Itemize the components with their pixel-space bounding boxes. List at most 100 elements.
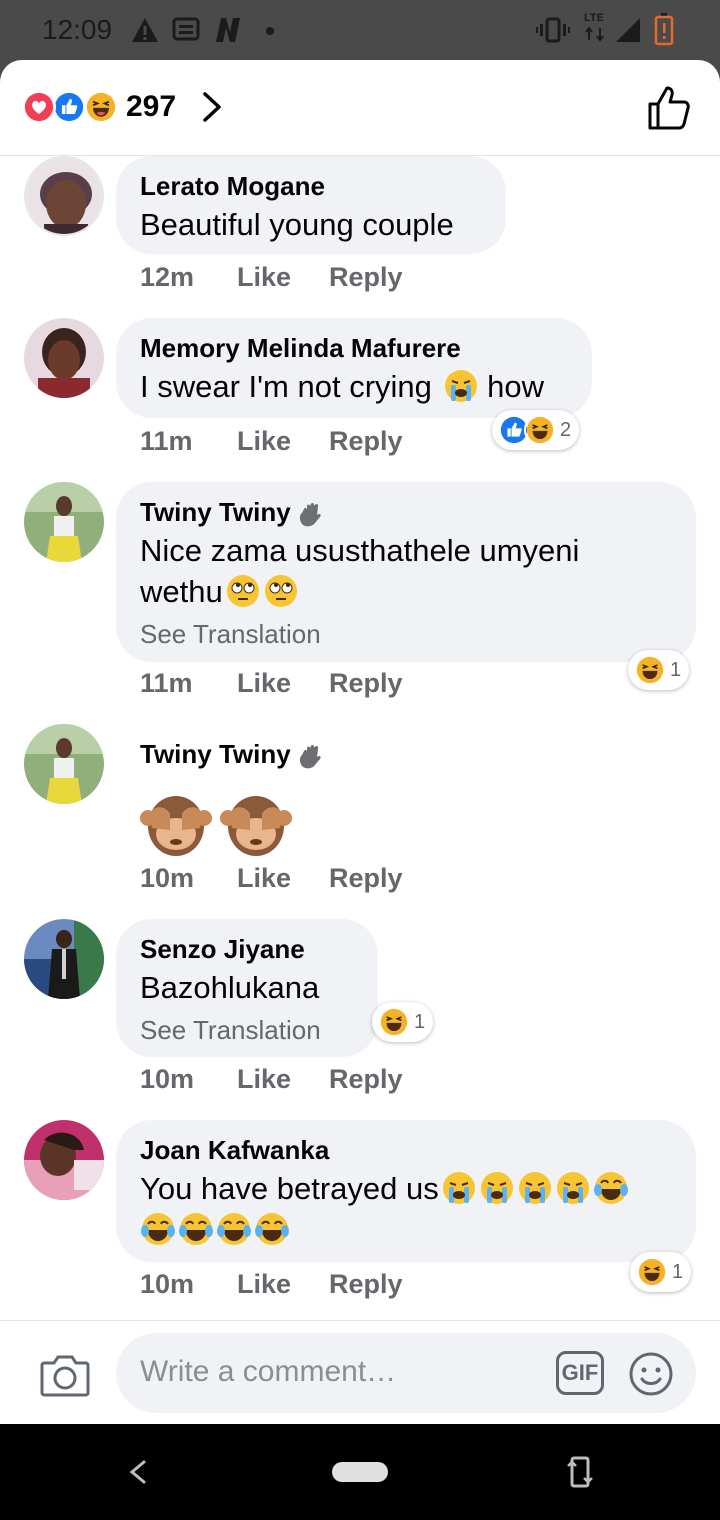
comment-text-line2: wethu — [140, 574, 223, 609]
comment-time: 11m — [140, 426, 193, 456]
avatar[interactable] — [24, 156, 104, 236]
reaction-count: 2 — [560, 418, 572, 441]
home-pill[interactable] — [332, 1462, 388, 1482]
emoji-row — [140, 1209, 672, 1250]
comment-time: 10m — [140, 1064, 195, 1094]
crying-face-emoji-icon — [556, 1172, 589, 1204]
comment-author-name: Twiny Twiny — [140, 739, 291, 769]
comment-author[interactable]: Joan Kafwanka — [140, 1132, 672, 1168]
like-button[interactable]: Like — [237, 426, 291, 457]
waving-hand-icon — [299, 503, 321, 527]
comment-author-name: Twiny Twiny — [140, 497, 291, 527]
comment-time: 10m — [140, 863, 195, 893]
comment-text-start: I swear I'm not crying — [140, 369, 432, 404]
comment-bubble[interactable]: Twiny Twiny Nice zama ususthathele umyen… — [116, 482, 696, 662]
comment-author[interactable]: Memory Melinda Mafurere — [140, 330, 568, 366]
comment-text-end: how — [487, 369, 545, 404]
status-bar: 12:09 LTE — [0, 0, 720, 60]
haha-reaction-icon — [636, 1256, 668, 1288]
emoji-picker-icon[interactable] — [628, 1351, 674, 1397]
gif-button[interactable]: GIF — [556, 1351, 604, 1395]
haha-reaction-icon — [378, 1006, 410, 1038]
tears-of-joy-emoji-icon — [217, 1213, 251, 1245]
avatar[interactable] — [24, 318, 104, 398]
comment-text-line1: Nice zama ususthathele umyeni — [140, 533, 580, 568]
reply-button[interactable]: Reply — [329, 262, 403, 293]
comment-bubble[interactable]: Joan Kafwanka You have betrayed us — [116, 1120, 696, 1262]
status-time: 12:09 — [42, 14, 113, 45]
comment-author[interactable]: Lerato Mogane — [140, 168, 482, 204]
comment-text: Nice zama ususthathele umyeni wethu — [140, 530, 672, 612]
comment-text: You have betrayed us — [140, 1168, 672, 1250]
chevron-right-icon[interactable] — [200, 90, 224, 124]
tears-of-joy-emoji-icon — [593, 1172, 628, 1204]
data-arrows-icon — [585, 26, 604, 42]
comment-text-line2-wrap: wethu — [140, 571, 672, 612]
waving-hand-icon — [299, 745, 321, 769]
like-button[interactable]: Like — [237, 262, 291, 293]
love-reaction-icon — [22, 90, 56, 124]
dot-icon — [266, 27, 274, 35]
comment-author[interactable]: Twiny Twiny — [140, 494, 672, 530]
like-button[interactable]: Like — [237, 1269, 291, 1300]
reply-button[interactable]: Reply — [329, 426, 403, 457]
comment-bubble[interactable]: Twiny Twiny — [116, 724, 416, 856]
camera-icon[interactable] — [40, 1353, 90, 1397]
like-outline-icon[interactable] — [644, 84, 692, 132]
comment-time: 11m — [140, 668, 193, 698]
system-nav-bar — [0, 1424, 720, 1520]
comment-time: 10m — [140, 1269, 195, 1299]
reply-button[interactable]: Reply — [329, 863, 403, 894]
comment-author[interactable]: Twiny Twiny — [140, 736, 392, 772]
see-translation-link[interactable]: See Translation — [140, 616, 672, 652]
eye-roll-emoji-icon — [264, 575, 297, 607]
n-app-icon — [216, 18, 240, 42]
reaction-count: 1 — [670, 658, 682, 681]
reactions-header[interactable]: 297 — [0, 60, 720, 156]
comment-reactions[interactable]: 1 — [372, 1002, 434, 1042]
reaction-count: 297 — [126, 90, 177, 123]
tears-of-joy-emoji-icon — [141, 1213, 175, 1245]
like-button[interactable]: Like — [237, 863, 291, 894]
tears-of-joy-emoji-icon — [179, 1213, 213, 1245]
lte-label: LTE — [584, 12, 604, 24]
comment-text: Bazohlukana — [140, 970, 320, 1005]
reply-button[interactable]: Reply — [329, 1269, 403, 1300]
news-icon — [172, 17, 200, 41]
eye-roll-emoji-icon — [226, 575, 259, 607]
reply-button[interactable]: Reply — [329, 1064, 403, 1095]
comment-author[interactable]: Senzo Jiyane — [140, 931, 354, 967]
comment-input-placeholder: Write a comment… — [140, 1355, 397, 1388]
like-button[interactable]: Like — [237, 1064, 291, 1095]
comment-text-start: You have betrayed us — [140, 1171, 439, 1206]
see-no-evil-monkey-icon — [140, 796, 212, 856]
battery-low-icon — [654, 13, 674, 46]
comments-sheet: 297 Lerato Mogane Beautiful young couple… — [0, 60, 720, 1424]
tears-of-joy-emoji-icon — [255, 1213, 289, 1245]
haha-reaction-icon — [634, 654, 666, 686]
comment-list: Lerato Mogane Beautiful young couple 12m… — [0, 156, 720, 1320]
avatar[interactable] — [24, 1120, 104, 1200]
like-button[interactable]: Like — [237, 668, 291, 699]
avatar[interactable] — [24, 724, 104, 804]
warning-icon — [132, 18, 158, 42]
comment-text: I swear I'm not crying how — [140, 366, 568, 407]
crying-face-emoji-icon — [442, 1172, 475, 1204]
avatar[interactable] — [24, 482, 104, 562]
rotate-icon[interactable] — [566, 1454, 594, 1490]
reply-button[interactable]: Reply — [329, 668, 403, 699]
emoji-only-row — [140, 784, 392, 860]
avatar[interactable] — [24, 919, 104, 999]
back-icon[interactable] — [126, 1458, 150, 1486]
comment-bubble[interactable]: Memory Melinda Mafurere I swear I'm not … — [116, 318, 592, 418]
comment-reactions[interactable]: 2 — [492, 410, 580, 450]
comment-reactions[interactable]: 1 — [630, 1252, 692, 1292]
comment-text: Beautiful young couple — [140, 207, 454, 242]
see-translation-link[interactable]: See Translation — [140, 1012, 354, 1048]
haha-reaction-icon — [84, 90, 118, 124]
comment-time: 12m — [140, 262, 195, 292]
comment-input[interactable]: Write a comment… GIF — [116, 1333, 696, 1413]
comment-reactions[interactable]: 1 — [628, 650, 690, 690]
comment-bubble[interactable]: Senzo Jiyane Bazohlukana See Translation — [116, 919, 378, 1057]
comment-bubble[interactable]: Lerato Mogane Beautiful young couple — [116, 156, 506, 254]
